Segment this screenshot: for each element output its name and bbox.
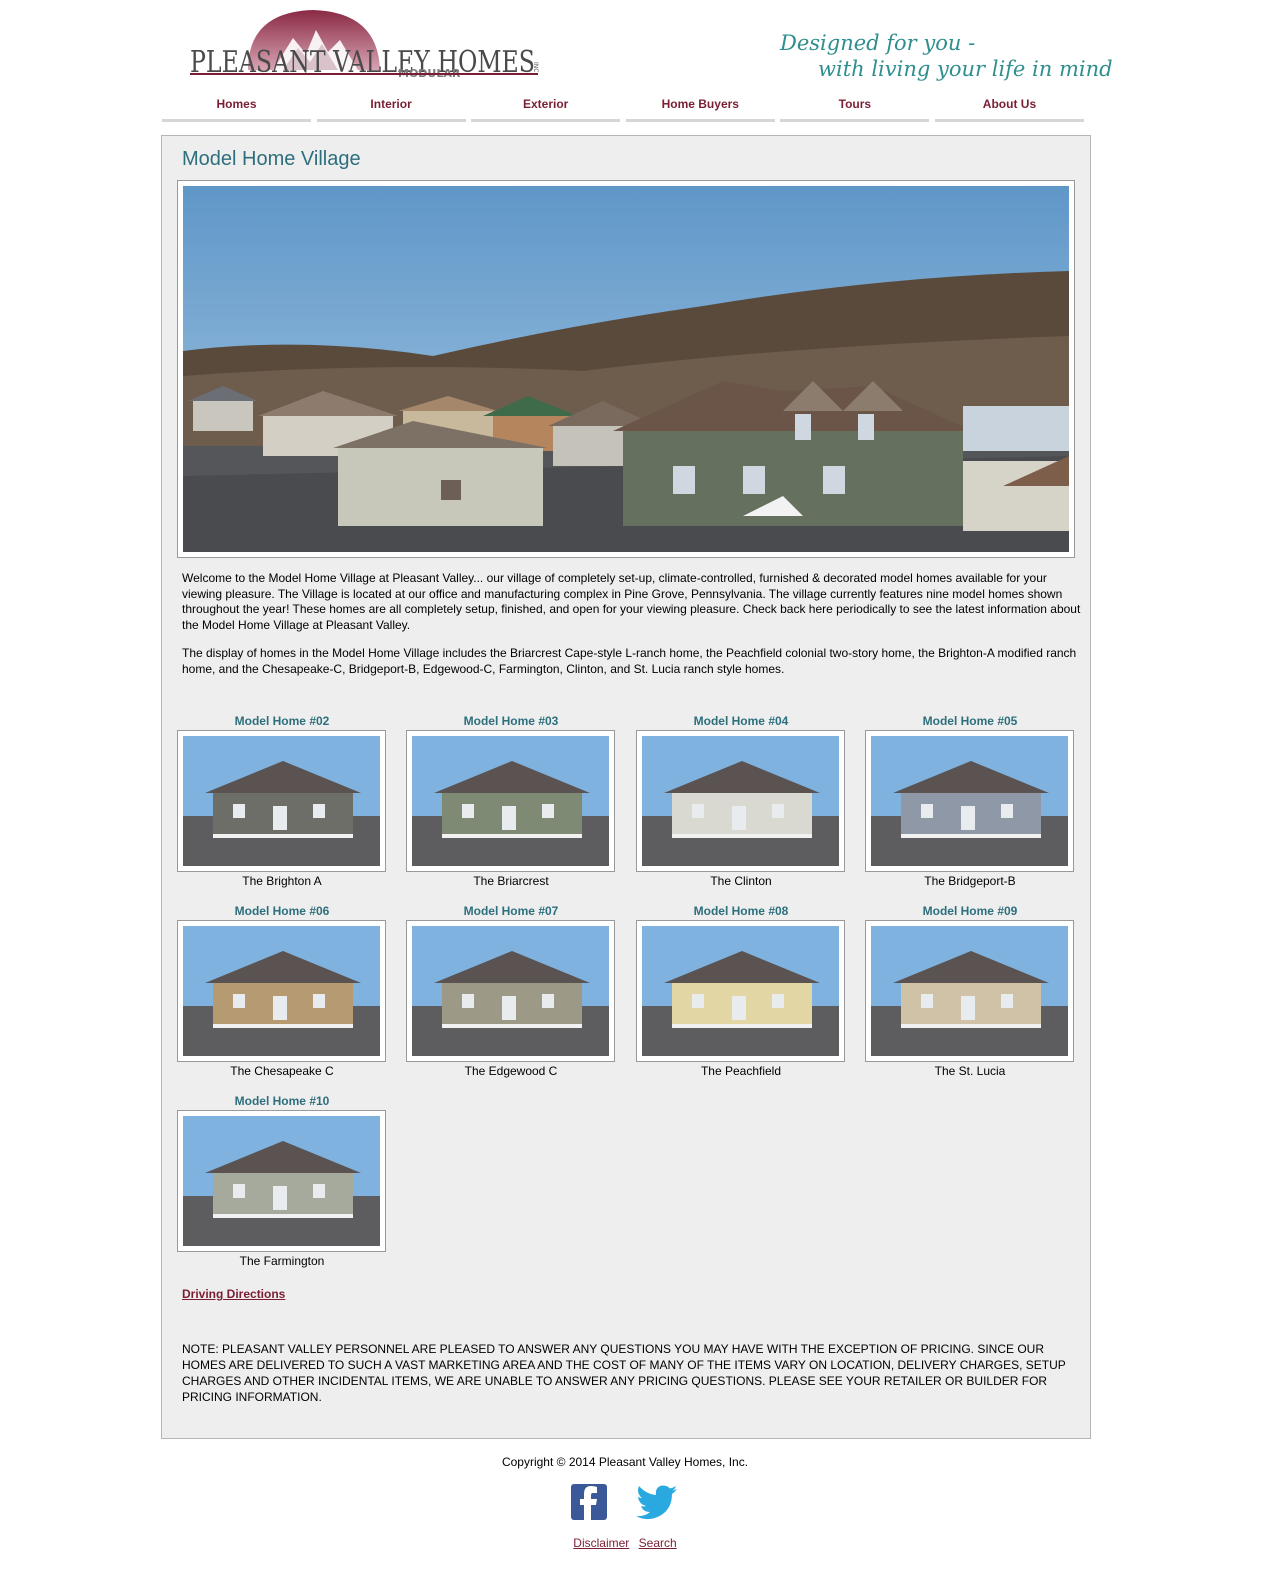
model-home-caption: The Farmington — [239, 1254, 325, 1268]
model-home-photo[interactable] — [177, 920, 386, 1062]
nav-homes[interactable]: Homes — [162, 95, 311, 122]
pricing-note: NOTE: PLEASANT VALLEY PERSONNEL ARE PLEA… — [182, 1342, 1066, 1404]
copyright-text: Copyright © 2014 Pleasant Valley Homes, … — [501, 1455, 749, 1469]
page-title: Model Home Village — [182, 148, 361, 170]
village-panorama-photo — [177, 180, 1075, 558]
nav-exterior[interactable]: Exterior — [471, 95, 621, 122]
facebook-icon[interactable] — [571, 1484, 607, 1525]
nav-interior[interactable]: Interior — [316, 95, 466, 122]
content-panel: Model Home Village Welcome to the Model … — [161, 135, 1091, 1439]
model-home-photo[interactable] — [406, 730, 615, 872]
model-home-photo[interactable] — [177, 1110, 386, 1252]
svg-text:INC: INC — [532, 62, 539, 72]
model-home-caption: The Chesapeake C — [230, 1064, 334, 1078]
model-home-label[interactable]: Model Home #10 — [177, 1094, 387, 1108]
model-home-photo[interactable] — [636, 920, 845, 1062]
tagline-line-1: Designed for you - — [780, 31, 976, 55]
model-home-caption: The Peachfield — [700, 1064, 782, 1078]
model-home-caption: The Clinton — [710, 874, 772, 888]
driving-directions-link[interactable]: Driving Directions — [182, 1287, 285, 1301]
model-home-label[interactable]: Model Home #09 — [865, 904, 1075, 918]
model-home-photo[interactable] — [406, 920, 615, 1062]
model-home-label[interactable]: Model Home #04 — [636, 714, 846, 728]
nav-about-us[interactable]: About Us — [934, 95, 1084, 122]
nav-tours[interactable]: Tours — [780, 95, 930, 122]
nav-home-buyers[interactable]: Home Buyers — [625, 95, 775, 122]
model-home-caption: The Briarcrest — [473, 874, 549, 888]
intro-paragraph-2: The display of homes in the Model Home V… — [182, 646, 1077, 676]
model-home-photo[interactable] — [177, 730, 386, 872]
search-link[interactable]: Search — [639, 1536, 677, 1550]
twitter-icon[interactable] — [636, 1484, 678, 1525]
page: PLEASANT VALLEY HOMES MODULAR INC Design… — [0, 0, 1265, 1585]
model-home-photo[interactable] — [865, 920, 1074, 1062]
model-home-caption: The Brighton A — [242, 874, 322, 888]
pleasant-valley-logo[interactable]: PLEASANT VALLEY HOMES MODULAR INC — [188, 10, 553, 85]
main-navigation: Homes Interior Exterior Home Buyers Tour… — [162, 95, 1084, 122]
model-home-caption: The St. Lucia — [934, 1064, 1006, 1078]
model-home-photo[interactable] — [865, 730, 1074, 872]
model-home-label[interactable]: Model Home #07 — [406, 904, 616, 918]
model-home-caption: The Bridgeport-B — [924, 874, 1016, 888]
footer-links: Disclaimer Search — [0, 1536, 1250, 1550]
model-home-label[interactable]: Model Home #03 — [406, 714, 616, 728]
model-home-label[interactable]: Model Home #08 — [636, 904, 846, 918]
tagline: Designed for you - with living your life… — [780, 30, 1113, 90]
model-home-label[interactable]: Model Home #06 — [177, 904, 387, 918]
intro-paragraph-1: Welcome to the Model Home Village at Ple… — [182, 571, 1081, 632]
model-home-label[interactable]: Model Home #02 — [177, 714, 387, 728]
tagline-line-2: with living your life in mind — [818, 57, 1113, 81]
model-home-caption: The Edgewood C — [464, 1064, 558, 1078]
model-home-photo[interactable] — [636, 730, 845, 872]
model-home-label[interactable]: Model Home #05 — [865, 714, 1075, 728]
disclaimer-link[interactable]: Disclaimer — [573, 1536, 629, 1550]
